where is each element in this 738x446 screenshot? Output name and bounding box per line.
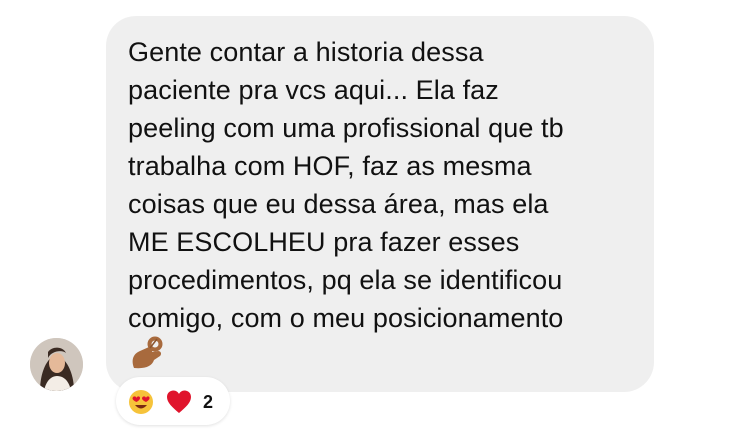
message-text-line: coisas que eu dessa área, mas ela xyxy=(128,189,549,219)
message-text-line: trabalha com HOF, faz as mesma xyxy=(128,151,532,181)
avatar-photo xyxy=(30,338,83,391)
ok-hand-icon xyxy=(128,334,168,370)
message-text-line: Gente contar a historia dessa xyxy=(128,37,484,67)
heart-eyes-icon xyxy=(128,389,154,415)
message-text-line: paciente pra vcs aqui... Ela faz xyxy=(128,75,499,105)
avatar[interactable] xyxy=(30,338,83,391)
message-text-line: comigo, com o meu posicionamento xyxy=(128,303,564,333)
red-heart-icon xyxy=(166,389,192,415)
message-text-line: procedimentos, pq ela se identificou xyxy=(128,265,563,295)
message-text-line: ME ESCOLHEU pra fazer esses xyxy=(128,227,520,257)
reaction-count: 2 xyxy=(203,392,214,412)
message-text-line: peeling com uma profissional que tb xyxy=(128,113,564,143)
